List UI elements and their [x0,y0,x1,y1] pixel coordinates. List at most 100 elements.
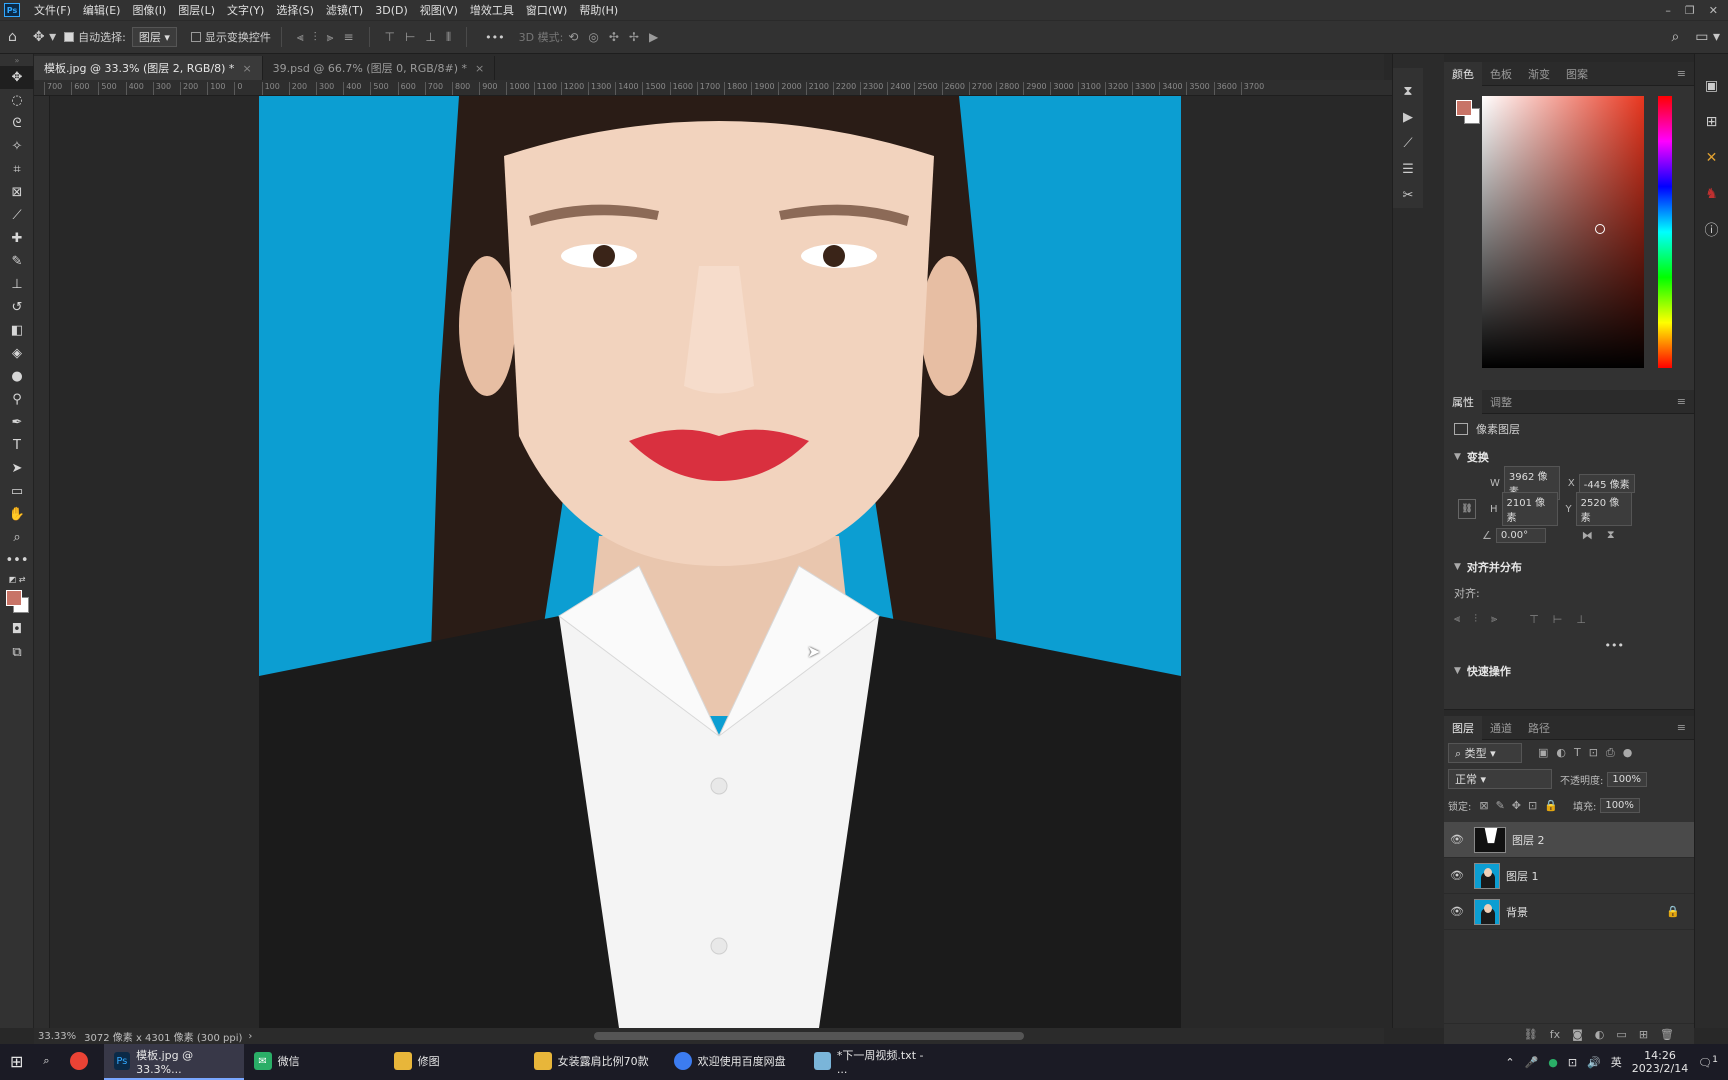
swap-colors-icon[interactable]: ◩ ⇄ [0,572,34,586]
history-brush-tool-icon[interactable]: ↺ [0,296,34,319]
new-group-icon[interactable]: ▭ [1616,1028,1626,1041]
auto-select-checkbox[interactable] [64,32,75,42]
color-swatches[interactable] [0,586,33,618]
tab-paths[interactable]: 路径 [1520,716,1558,740]
align-right-icon[interactable]: ⫸ [327,30,334,45]
align-section-header[interactable]: ▼ 对齐并分布 [1444,554,1694,580]
maximize-button[interactable]: ❐ [1685,4,1695,17]
tab-39-psd[interactable]: 39.psd @ 66.7% (图层 0, RGB/8#) * × [262,56,496,80]
canvas-area[interactable]: ➤ [50,96,1384,1028]
input-method-indicator[interactable]: 英 [1611,1054,1622,1070]
video-3d-icon[interactable]: ▶ [649,30,658,44]
taskbar-baidu-netdisk[interactable]: 欢迎使用百度网盘 [664,1044,804,1080]
taskbar-notepad[interactable]: *下一周视频.txt - ... [804,1044,944,1080]
link-icon[interactable]: ⛓ [1458,499,1476,519]
network-icon[interactable]: ⊡ [1568,1056,1577,1069]
lock-icon[interactable]: 🔒 [1666,905,1680,918]
align-right-icon[interactable]: ⫸ [1491,612,1497,626]
menu-3d[interactable]: 3D(D) [369,4,414,17]
orbit-3d-icon[interactable]: ⟲ [568,30,578,44]
status-arrow-icon[interactable]: › [248,1031,252,1042]
info-icon[interactable]: ⓘ [1695,212,1728,248]
drag-3d-icon[interactable]: ✣ [609,30,619,44]
x-field[interactable]: -445 像素 [1578,473,1635,493]
quick-mask-icon[interactable]: ◘ [0,618,34,641]
hue-slider[interactable] [1658,96,1672,368]
align-left-icon[interactable]: ⫷ [1454,612,1460,626]
add-mask-icon[interactable]: ◙ [1572,1028,1583,1041]
clone-stamp-tool-icon[interactable]: ⊥ [0,273,34,296]
zoom-tool-icon[interactable]: ⌕ [0,526,34,549]
panel-menu-icon[interactable]: ≡ [1677,721,1694,734]
close-button[interactable]: ✕ [1709,4,1718,17]
align-top-icon[interactable]: ⊤ [1529,613,1539,626]
volume-icon[interactable]: 🔊 [1587,1056,1601,1069]
taskbar-folder-retouch[interactable]: 修图 [384,1044,524,1080]
menu-window[interactable]: 窗口(W) [520,2,573,18]
horizontal-scrollbar[interactable] [594,1032,1024,1040]
tab-color[interactable]: 颜色 [1444,61,1482,86]
microphone-icon[interactable]: 🎤 [1525,1056,1539,1069]
tab-channels[interactable]: 通道 [1482,716,1520,740]
align-middle-icon[interactable]: ⊢ [405,30,415,44]
menu-layer[interactable]: 图层(L) [172,2,221,18]
delete-layer-icon[interactable]: 🗑 [1660,1028,1674,1041]
minimize-button[interactable]: – [1665,4,1671,17]
collapse-icon[interactable]: » [0,54,34,66]
tools-preset-icon[interactable]: ✂ [1393,182,1423,208]
layer-row[interactable]: 👁 背景 🔒 [1444,894,1694,930]
color-picker-marker[interactable] [1595,224,1605,234]
menu-view[interactable]: 视图(V) [414,2,464,18]
brush-settings-icon[interactable]: ⟋ [1393,130,1423,156]
path-selection-tool-icon[interactable]: ➤ [0,457,34,480]
quick-actions-section-header[interactable]: ▼ 快速操作 [1444,658,1694,684]
workspace-icon[interactable]: ▭ ▾ [1695,29,1720,45]
tools-plugin-icon[interactable]: ✕ [1695,140,1728,176]
foreground-color-swatch[interactable] [1456,100,1472,116]
layer-row[interactable]: 👁 图层 2 [1444,822,1694,858]
roll-3d-icon[interactable]: ◎ [588,30,598,44]
wechat-tray-icon[interactable]: ● [1548,1056,1558,1069]
healing-brush-tool-icon[interactable]: ✚ [0,227,34,250]
panel-menu-icon[interactable]: ≡ [1677,395,1694,408]
actions-play-icon[interactable]: ▶ [1393,104,1423,130]
menu-edit[interactable]: 编辑(E) [77,2,127,18]
fill-field[interactable]: 100% [1600,797,1641,813]
close-tab-icon[interactable]: × [242,62,251,75]
lasso-tool-icon[interactable]: ᘓ [0,112,34,135]
layer-filter-dropdown[interactable]: ⌕ 类型 ▾ [1448,743,1522,763]
plugin-icon[interactable]: ▣ [1695,68,1728,104]
move-tool-icon[interactable]: ✥ [0,66,34,89]
pen-tool-icon[interactable]: ✒ [0,411,34,434]
menu-select[interactable]: 选择(S) [270,2,320,18]
marquee-tool-icon[interactable]: ◌ [0,89,34,112]
menu-file[interactable]: 文件(F) [28,2,77,18]
saturation-brightness-field[interactable] [1482,96,1644,368]
acrobat-icon[interactable]: ♞ [1695,176,1728,212]
brush-tool-icon[interactable]: ✎ [0,250,34,273]
align-left-icon[interactable]: ⫷ [297,30,304,45]
new-layer-icon[interactable]: ⊞ [1639,1028,1648,1041]
transform-section-header[interactable]: ▼ 变换 [1444,444,1694,470]
start-button[interactable]: ⊞ [0,1044,33,1080]
adjustment-layer-icon[interactable]: ◐ [1595,1028,1605,1041]
search-icon[interactable]: ⌕ [1671,29,1679,45]
history-icon[interactable]: ⧗ [1393,78,1423,104]
distribute-icon[interactable]: ≡ [343,30,353,44]
menu-plugins[interactable]: 增效工具 [464,2,520,18]
y-field[interactable]: 2520 像素 [1575,492,1632,526]
paint-bucket-tool-icon[interactable]: ◈ [0,342,34,365]
crop-tool-icon[interactable]: ⌗ [0,158,34,181]
visibility-eye-icon[interactable]: 👁 [1444,905,1470,918]
search-icon[interactable]: ⌕ [33,1044,59,1080]
portrait-photo[interactable] [259,96,1181,1028]
layer-filter-icons[interactable]: ▣◐T⊡⎙● [1538,746,1640,760]
align-hcenter-icon[interactable]: ⫶ [1474,612,1477,626]
fx-icon[interactable]: fx [1550,1028,1560,1041]
tab-properties[interactable]: 属性 [1444,389,1482,414]
angle-field[interactable]: 0.00° [1495,527,1546,543]
libraries-icon[interactable]: ⊞ [1695,104,1728,140]
close-tab-icon[interactable]: × [475,62,484,75]
tab-gradients[interactable]: 渐变 [1520,62,1558,86]
chevron-up-icon[interactable]: ⌃ [1505,1056,1514,1069]
